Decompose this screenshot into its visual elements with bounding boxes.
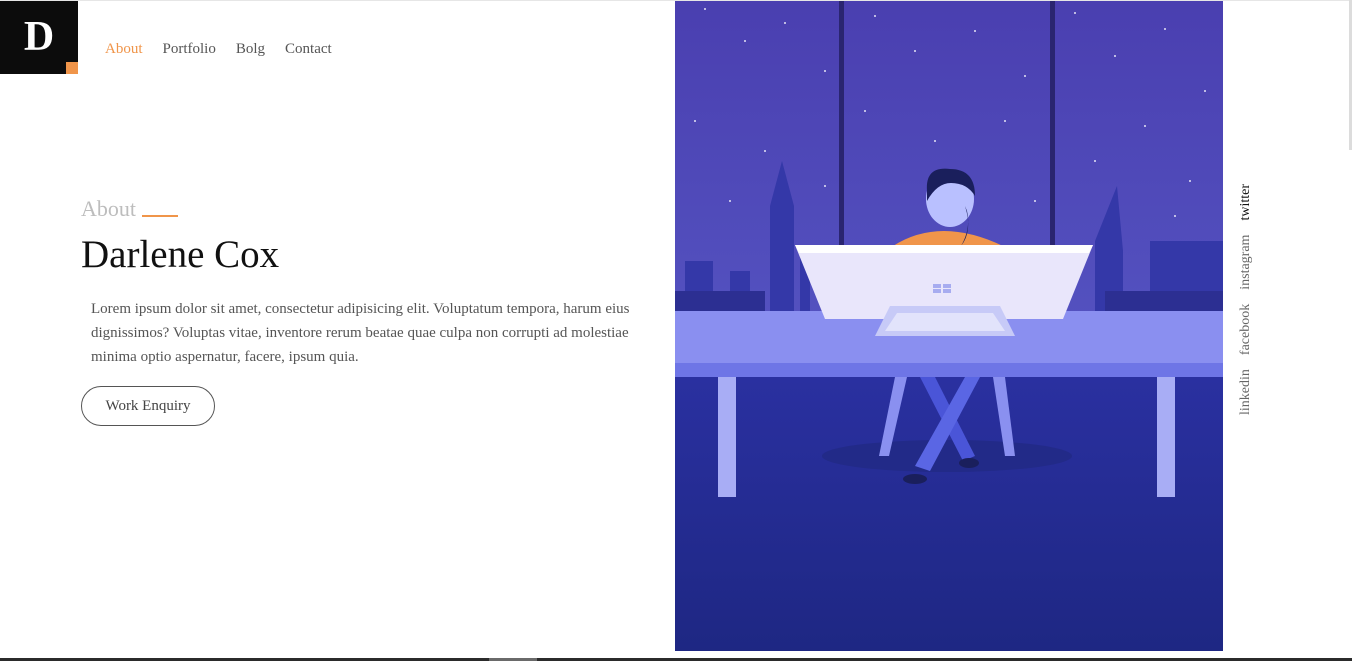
main-nav: About Portfolio Bolg Contact <box>105 41 332 58</box>
logo-accent <box>66 62 78 74</box>
social-links: twitter instagram facebook linkedin <box>1238 184 1262 462</box>
page-title: Darlene Cox <box>81 233 280 276</box>
logo[interactable]: D <box>0 1 78 74</box>
social-link-linkedin[interactable]: linkedin <box>1238 369 1254 415</box>
section-label: About <box>81 196 178 222</box>
social-link-twitter[interactable]: twitter <box>1238 184 1254 221</box>
nav-item-portfolio[interactable]: Portfolio <box>163 41 216 58</box>
bio-paragraph: Lorem ipsum dolor sit amet, consectetur … <box>91 301 630 365</box>
nav-item-blog[interactable]: Bolg <box>236 41 265 58</box>
work-enquiry-button[interactable]: Work Enquiry <box>81 386 215 426</box>
social-link-facebook[interactable]: facebook <box>1238 304 1254 355</box>
logo-letter: D <box>23 13 55 60</box>
social-link-instagram[interactable]: instagram <box>1238 235 1254 290</box>
section-label-text: About <box>81 196 136 221</box>
nav-item-contact[interactable]: Contact <box>285 41 332 58</box>
nav-item-about[interactable]: About <box>105 41 143 58</box>
hero-illustration <box>675 1 1223 651</box>
section-label-underline <box>142 215 178 217</box>
